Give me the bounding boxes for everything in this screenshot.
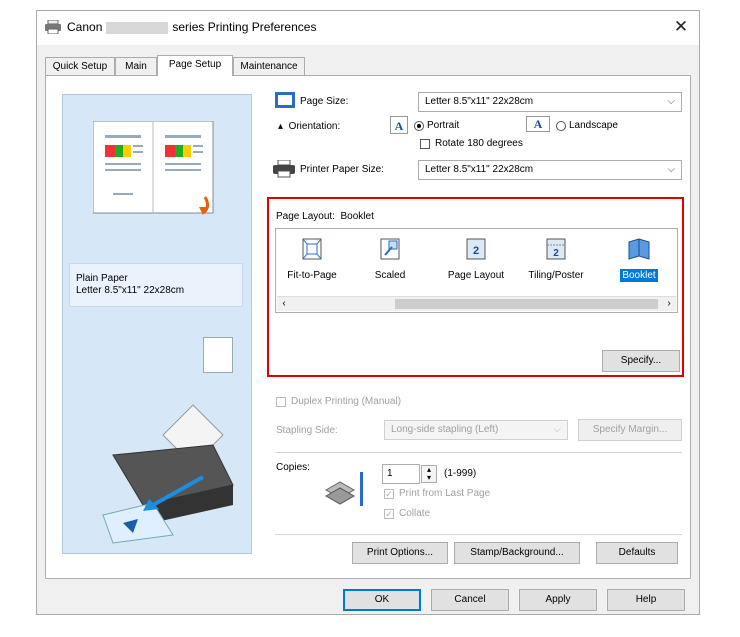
page-setup-panel: Plain Paper Letter 8.5"x11" 22x28cm Page… [45,75,691,579]
print-last-page-label: Print from Last Page [399,488,491,499]
duplex-label: Duplex Printing (Manual) [291,396,402,407]
printer-paper-size-select[interactable]: Letter 8.5"x11" 22x28cm ⌵ [418,160,682,180]
copies-range: (1-999) [444,468,477,479]
printer-paper-size-label: Printer Paper Size: [300,164,384,175]
rotate-checkbox[interactable] [420,139,430,149]
print-last-page-checkbox[interactable]: ✓ [384,489,394,499]
chevron-down-icon: ⌵ [667,164,675,175]
help-button[interactable]: Help [607,589,685,611]
stapling-value: Long-side stapling (Left) [391,424,499,435]
divider [275,534,682,535]
close-icon[interactable]: ✕ [671,17,691,37]
page-size-label: Page Size: [300,96,349,107]
paper-type: Plain Paper [76,273,128,284]
printer-paper-size-icon [273,160,295,178]
window-title: Canon series Printing Preferences [67,20,316,34]
chevron-down-icon: ⌵ [553,424,561,435]
landscape-radio[interactable] [556,121,566,131]
collate-label: Collate [399,508,431,519]
apply-button[interactable]: Apply [519,589,597,611]
chevron-down-icon: ⌵ [667,96,675,107]
portrait-radio[interactable] [414,121,424,131]
print-options-button[interactable]: Print Options... [352,542,448,564]
paper-size-info: Letter 8.5"x11" 22x28cm [76,285,185,296]
booklet-preview-icon [93,121,214,215]
divider [275,452,682,453]
title-prefix: Canon [67,20,103,34]
paper-info: Plain Paper Letter 8.5"x11" 22x28cm [69,263,243,307]
portrait-icon: A [390,116,408,134]
preview-pane: Plain Paper Letter 8.5"x11" 22x28cm [62,94,252,554]
portrait-label: Portrait [427,120,460,131]
title-bar: Canon series Printing Preferences ✕ [37,11,699,45]
stapling-select[interactable]: Long-side stapling (Left) ⌵ [384,420,568,440]
ok-button[interactable]: OK [343,589,421,611]
stapling-label: Stapling Side: [276,425,338,436]
defaults-button[interactable]: Defaults [596,542,678,564]
tab-quick-setup[interactable]: Quick Setup [45,57,115,75]
page-size-value: Letter 8.5"x11" 22x28cm [425,96,534,107]
landscape-label: Landscape [569,120,618,131]
redacted-model [106,21,169,34]
rotate-label: Rotate 180 degrees [435,138,523,149]
tab-main[interactable]: Main [115,57,157,75]
copies-label: Copies: [276,462,310,473]
title-suffix: series Printing Preferences [172,20,317,34]
tab-maintenance[interactable]: Maintenance [233,57,305,75]
stamp-background-button[interactable]: Stamp/Background... [454,542,580,564]
orientation-label: ▴ Orientation: [278,121,341,132]
cancel-button[interactable]: Cancel [431,589,509,611]
specify-margin-button[interactable]: Specify Margin... [578,419,682,441]
printer-illustration [102,404,234,544]
copies-spinner[interactable]: ▴ ▾ [421,465,437,483]
landscape-icon: A [526,116,550,132]
printer-icon [45,20,61,34]
printer-paper-size-value: Letter 8.5"x11" 22x28cm [425,164,534,175]
paper-thumbnail [203,337,233,373]
page-size-select[interactable]: Letter 8.5"x11" 22x28cm ⌵ [418,92,682,112]
copies-icon [324,472,363,506]
collate-checkbox[interactable]: ✓ [384,509,394,519]
orientation-text: Orientation: [288,121,341,132]
duplex-checkbox[interactable] [276,397,286,407]
copies-input[interactable]: 1 [382,464,420,484]
tab-page-setup[interactable]: Page Setup [157,55,233,76]
printing-preferences-window: Canon series Printing Preferences ✕ Quick… [36,10,700,615]
page-size-icon [275,92,295,108]
callout-highlight [267,197,684,377]
